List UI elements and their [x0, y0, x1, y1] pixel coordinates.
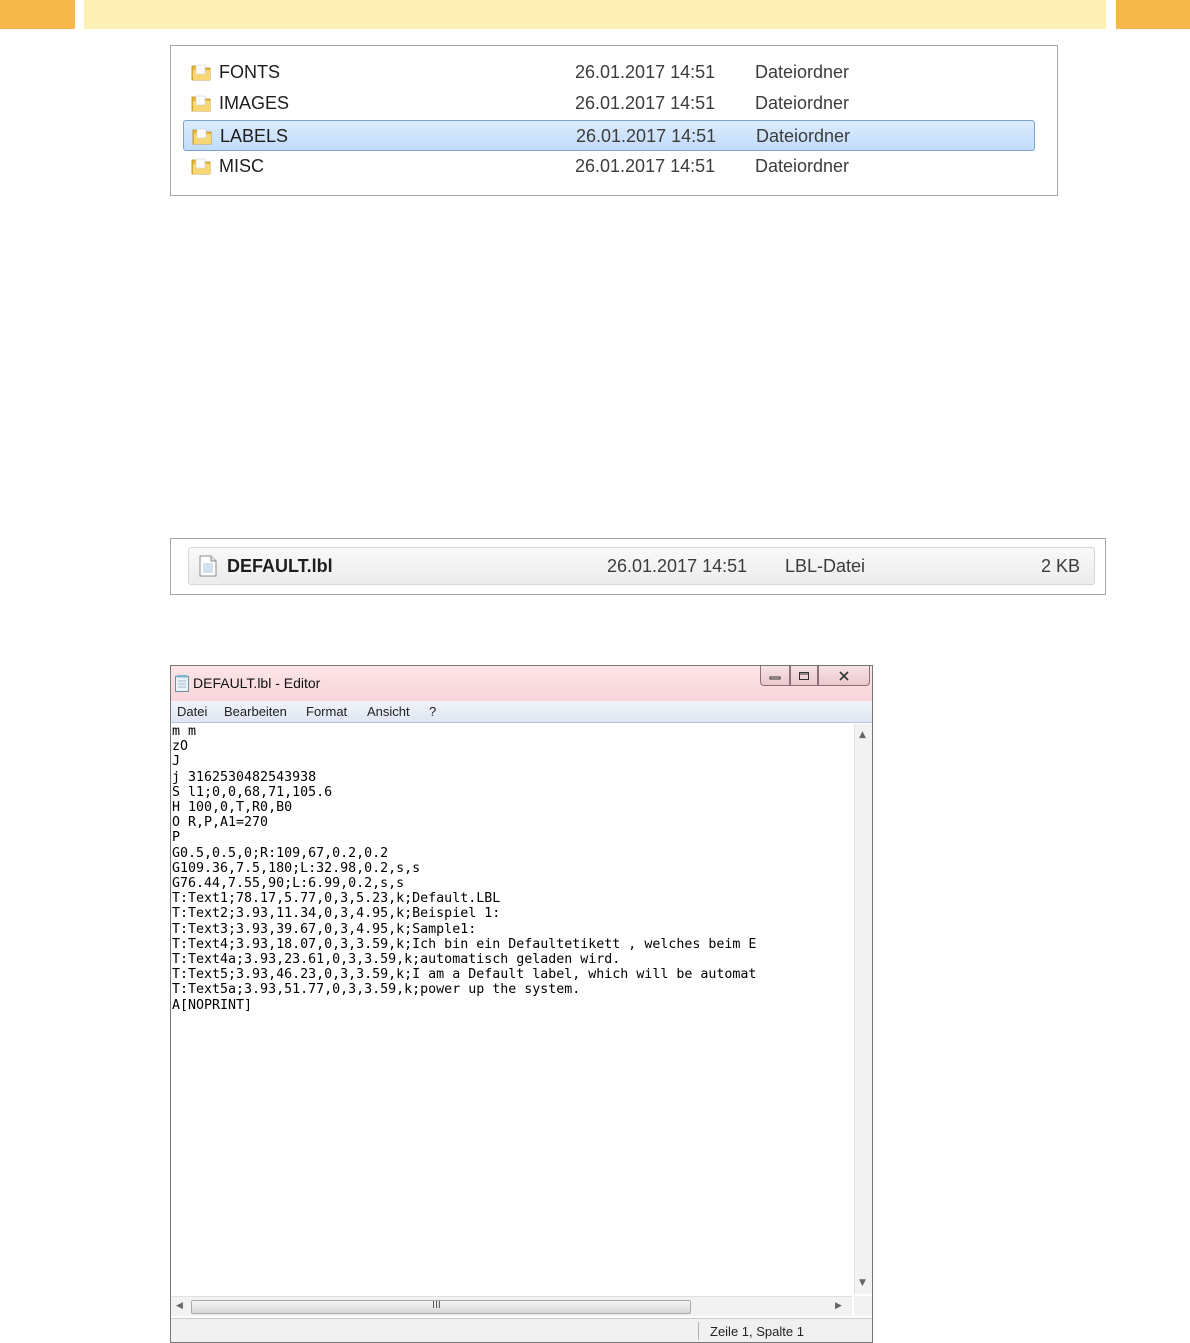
folder-icon: [192, 128, 212, 145]
folder-date: 26.01.2017 14:51: [575, 93, 716, 113]
scroll-grip: III: [432, 1300, 441, 1311]
maximize-icon: [799, 671, 809, 680]
header-band: [84, 0, 1106, 29]
folder-type: Dateiordner: [755, 93, 850, 113]
text-line: T:Text3;3.93,39.67,0,3,4.95,k;Sample1:: [172, 921, 477, 937]
scroll-right-icon[interactable]: ▶: [835, 1301, 842, 1311]
folder-icon: [191, 158, 211, 175]
folder-type: Dateiordner: [756, 126, 851, 146]
vertical-scrollbar[interactable]: ▲ ▼: [854, 724, 872, 1294]
folder-icon: [191, 95, 211, 112]
text-line: zO: [172, 739, 189, 755]
folder-date: 26.01.2017 14:51: [575, 156, 716, 176]
text-line: j 3162530482543938: [172, 769, 317, 785]
folder-row-labels[interactable]: LABELS 26.01.2017 14:51 Dateiordner: [183, 120, 1035, 151]
folder-date: 26.01.2017 14:51: [576, 126, 717, 146]
minimize-icon: [769, 676, 781, 679]
file-date: 26.01.2017 14:51: [607, 556, 748, 576]
text-line: H 100,0,T,R0,B0: [172, 800, 293, 816]
folder-name: IMAGES: [219, 93, 290, 113]
file-size: 2 KB: [1040, 556, 1080, 576]
folder-name: FONTS: [219, 62, 280, 82]
maximize-button[interactable]: [790, 666, 818, 686]
menu-datei[interactable]: Datei: [177, 704, 207, 719]
text-line: m m: [172, 724, 197, 739]
folder-row-fonts[interactable]: FONTS 26.01.2017 14:51 Dateiordner: [183, 57, 1035, 88]
menu-format[interactable]: Format: [306, 704, 347, 719]
scroll-left-icon[interactable]: ◀: [176, 1301, 183, 1311]
text-line: T:Text5;3.93,46.23,0,3,3.59,k;I am a Def…: [172, 967, 757, 983]
menu-ansicht[interactable]: Ansicht: [367, 704, 410, 719]
folder-row-misc[interactable]: MISC 26.01.2017 14:51 Dateiordner: [183, 151, 1035, 182]
editor-window: DEFAULT.lbl - Editor Datei Bearbeiten Fo…: [170, 665, 873, 1343]
folder-row-images[interactable]: IMAGES 26.01.2017 14:51 Dateiordner: [183, 88, 1035, 119]
file-type: LBL-Datei: [785, 556, 866, 576]
folder-name: LABELS: [220, 126, 289, 146]
text-line: J: [172, 754, 181, 770]
text-line: S l1;0,0,68,71,105.6: [172, 784, 333, 800]
text-line: T:Text2;3.93,11.34,0,3,4.95,k;Beispiel 1…: [172, 906, 501, 922]
explorer-file-list: DEFAULT.lbl 26.01.2017 14:51 LBL-Datei 2…: [170, 538, 1106, 595]
text-line: T:Text5a;3.93,51.77,0,3,3.59,k;power up …: [172, 982, 581, 998]
status-divider: [698, 1322, 699, 1340]
folder-name: MISC: [219, 156, 264, 176]
folder-date: 26.01.2017 14:51: [575, 62, 716, 82]
folder-type: Dateiordner: [755, 156, 850, 176]
editor-titlebar[interactable]: DEFAULT.lbl - Editor: [171, 666, 872, 701]
window-title: DEFAULT.lbl - Editor: [193, 675, 321, 691]
status-bar: Zeile 1, Spalte 1: [171, 1318, 872, 1342]
horizontal-scroll-thumb[interactable]: III: [191, 1300, 691, 1314]
text-line: G109.36,7.5,180;L:32.98,0.2,s,s: [172, 860, 421, 876]
folder-icon: [191, 64, 211, 81]
menu-bar: Datei Bearbeiten Format Ansicht ?: [171, 701, 872, 723]
text-line: O R,P,A1=270: [172, 815, 269, 831]
scroll-down-icon[interactable]: ▼: [859, 1278, 866, 1288]
text-line: P: [172, 830, 181, 846]
text-line: T:Text1;78.17,5.77,0,3,5.23,k;Default.LB…: [172, 891, 501, 907]
header-accent-right: [1116, 0, 1190, 29]
text-line: T:Text4;3.93,18.07,0,3,3.59,k;Ich bin ei…: [172, 936, 757, 952]
notepad-icon: [175, 675, 189, 692]
scrollbar-corner: [854, 1296, 872, 1316]
file-row-default-lbl[interactable]: DEFAULT.lbl 26.01.2017 14:51 LBL-Datei 2…: [188, 547, 1095, 585]
scroll-up-icon[interactable]: ▲: [859, 730, 866, 740]
folder-type: Dateiordner: [755, 62, 850, 82]
file-name: DEFAULT.lbl: [227, 556, 333, 576]
close-button[interactable]: [818, 666, 870, 686]
close-icon: [839, 670, 849, 681]
text-line: G0.5,0.5,0;R:109,67,0.2,0.2: [172, 845, 389, 861]
horizontal-scrollbar[interactable]: ◀ III ▶: [171, 1296, 852, 1316]
text-line: A[NOPRINT]: [172, 997, 253, 1013]
minimize-button[interactable]: [760, 666, 790, 686]
cursor-position: Zeile 1, Spalte 1: [710, 1324, 804, 1339]
header-accent-left: [0, 0, 75, 29]
menu-help[interactable]: ?: [429, 704, 436, 719]
text-line: T:Text4a;3.93,23.61,0,3,3.59,k;automatis…: [172, 952, 621, 968]
text-file-icon: [199, 555, 217, 577]
menu-bearbeiten[interactable]: Bearbeiten: [224, 704, 287, 719]
text-area[interactable]: m m zO J j 3162530482543938 S l1;0,0,68,…: [171, 724, 852, 1294]
explorer-folder-list: FONTS 26.01.2017 14:51 Dateiordner IMAGE…: [170, 45, 1058, 196]
text-line: G76.44,7.55,90;L:6.99,0.2,s,s: [172, 876, 405, 892]
